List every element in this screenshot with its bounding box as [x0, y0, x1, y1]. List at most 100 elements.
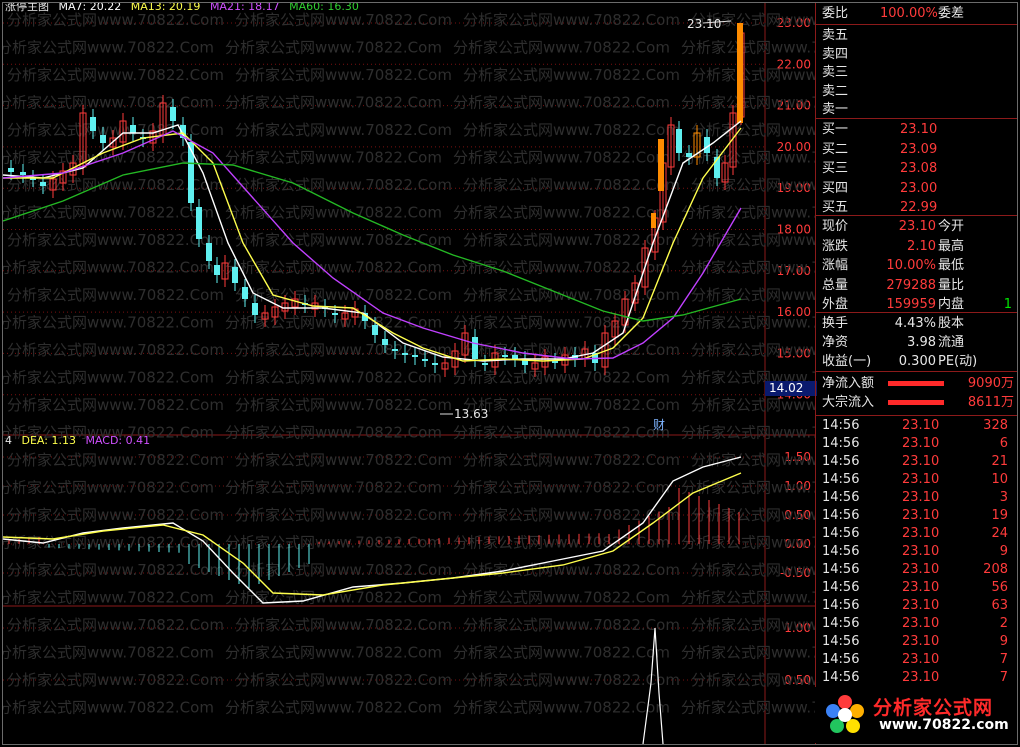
quote-panel: 委比 100.00% 委差 卖五 卖四 卖三 卖二 卖一 买一 23.10 买二 23.09 买…: [815, 3, 1017, 744]
watermark-text: 分析家公式网www.70822.Com: [453, 94, 670, 112]
watermark-text: 分析家公式网www.70822.Com: [3, 369, 214, 387]
watermark-text: 分析家公式网www.70822.Com: [7, 561, 224, 579]
watermark-text: 分析家公式网www.70822.Com: [235, 286, 452, 304]
watermark-text: 分析家公式网www.70822.Com: [463, 561, 680, 579]
tick-price: 23.10: [902, 454, 940, 469]
tick-volume: 2: [999, 616, 1008, 631]
tick-row: 14:56 23.10 9: [816, 633, 1017, 651]
tick-row: 14:56 23.10 2: [816, 615, 1017, 633]
tick-volume: 3: [999, 490, 1008, 505]
buy-price: 23.09: [900, 141, 938, 157]
candle-body: [196, 207, 202, 239]
quote-label: 涨幅: [822, 258, 849, 273]
tick-price: 23.10: [902, 580, 940, 595]
flow-label: 大宗流入: [822, 395, 875, 410]
watermark-text: 分析家公式网www.70822.Com: [453, 699, 670, 717]
site-logo: 分析家公式网 www.70822.com: [815, 687, 1015, 743]
candle-body: [100, 135, 106, 143]
watermark-text: 分析家公式网www.70822.Com: [225, 149, 442, 167]
tick-price: 23.10: [902, 436, 940, 451]
tick-row: 14:56 23.10 63: [816, 597, 1017, 615]
tick-row: 14:56 23.10 21: [816, 453, 1017, 471]
tick-time: 14:56: [822, 652, 860, 667]
tick-price: 23.10: [902, 670, 940, 685]
watermark-text: 分析家公式网www.70822.Com: [681, 534, 815, 552]
flow-value: 8611万: [967, 395, 1014, 410]
watermark-text: 分析家公式网www.70822.Com: [453, 149, 670, 167]
sell-label: 卖三: [822, 65, 849, 80]
candle-body: [422, 359, 428, 361]
tick-row: 14:56 23.10 7: [816, 651, 1017, 669]
watermark-text: 分析家公式网www.70822.Com: [691, 506, 815, 524]
main-indicator-legend: 涨停主图 MA7: 20.22 MA13: 20.19 MA21: 18.17 …: [5, 2, 365, 14]
watermark-text: 分析家公式网www.70822.Com: [7, 396, 224, 414]
tick-time: 14:56: [822, 418, 860, 433]
watermark-text: 分析家公式网www.70822.Com: [235, 451, 452, 469]
candle-body: [382, 339, 388, 345]
tick-volume: 24: [991, 526, 1008, 541]
watermark-text: 分析家公式网www.70822.Com: [7, 671, 224, 689]
candle-body: [206, 243, 212, 261]
quote-label2: 最低: [938, 258, 965, 273]
tick-row: 14:56 23.10 6: [816, 435, 1017, 453]
watermark-text: 分析家公式网www.70822.Com: [681, 424, 815, 442]
watermark-text: 分析家公式网www.70822.Com: [7, 66, 224, 84]
watermark-text: 分析家公式网www.70822.Com: [463, 506, 680, 524]
watermark-text: 分析家公式网www.70822.Com: [691, 176, 815, 194]
sell-label: 卖四: [822, 46, 849, 62]
watermark-text: 分析家公式网www.70822.Com: [691, 341, 815, 359]
tick-row: 14:56 23.10 7: [816, 669, 1017, 687]
tick-time: 14:56: [822, 490, 860, 505]
stat-value: 4.43%: [894, 316, 936, 331]
candle-body: [432, 363, 438, 365]
buy-price: 23.10: [900, 122, 938, 137]
watermark-text: 分析家公式网www.70822.Com: [463, 396, 680, 414]
tick-row: 14:56 23.10 3: [816, 489, 1017, 507]
watermark-text: 分析家公式网www.70822.Com: [3, 589, 214, 607]
quote-label: 涨跌: [822, 238, 849, 254]
sell-label: 卖五: [822, 28, 849, 43]
tick-price: 23.10: [902, 526, 940, 541]
buy-price: 23.08: [900, 161, 938, 176]
low-price-annotation: 13.63: [454, 407, 488, 421]
stat-row: 换手 4.43% 股本: [816, 315, 1017, 333]
watermark-text: 分析家公式网www.70822.Com: [681, 644, 815, 662]
ma60-label: MA60: 16.30: [289, 2, 359, 13]
stat-value: 3.98: [907, 335, 936, 350]
kline-chart-canvas[interactable]: 23.0022.0021.0020.0019.0018.0017.0016.00…: [3, 3, 815, 744]
ma21-label: MA21: 18.17: [209, 2, 280, 13]
candle-body: [372, 325, 378, 335]
watermark-text: 分析家公式网www.70822.Com: [463, 231, 680, 249]
watermark-text: 分析家公式网www.70822.Com: [681, 589, 815, 607]
quote-label2: 最高: [938, 238, 965, 254]
stat-label2: 流通: [938, 335, 965, 350]
watermark-text: 分析家公式网www.70822.Com: [225, 204, 442, 222]
tick-price: 23.10: [902, 634, 940, 649]
tick-volume: 21: [991, 454, 1008, 469]
watermark-text: 分析家公式网www.70822.Com: [3, 314, 214, 332]
flow-bar: [888, 381, 944, 386]
macd-label: MACD: 0.41: [85, 434, 151, 447]
tick-row: 14:56 23.10 24: [816, 525, 1017, 543]
watermark-text: 分析家公式网www.70822.Com: [7, 231, 224, 249]
watermark-text: 分析家公式网www.70822.Com: [453, 314, 670, 332]
watermark-text: 分析家公式网www.70822.Com: [3, 39, 214, 57]
tick-volume: 19: [991, 508, 1008, 523]
watermark-text: 分析家公式网www.70822.Com: [681, 699, 815, 717]
sell-label: 卖二: [822, 83, 849, 99]
chart-area[interactable]: 23.00 22.00 21.00 20.00 19.00 18.00 17.00 16.00…: [3, 2, 817, 744]
tick-price: 23.10: [902, 472, 940, 487]
quote-label2: 今开: [938, 219, 965, 234]
quote-row: 涨幅 10.00% 最低: [816, 257, 1017, 275]
candle-body: [130, 125, 136, 133]
candle-body: [214, 265, 220, 275]
watermark-text: 分析家公式网www.70822.Com: [225, 39, 442, 57]
sell-row: 卖三: [816, 64, 1017, 82]
watermark-text: 分析家公式网www.70822.Com: [235, 231, 452, 249]
tick-time: 14:56: [822, 508, 860, 523]
tick-volume: 63: [991, 598, 1008, 613]
tick-row: 14:56 23.10 56: [816, 579, 1017, 597]
watermark-text: 分析家公式网www.70822.Com: [691, 396, 815, 414]
watermark-text: 分析家公式网www.70822.Com: [681, 204, 815, 222]
watermark-text: 分析家公式网www.70822.Com: [3, 479, 214, 497]
